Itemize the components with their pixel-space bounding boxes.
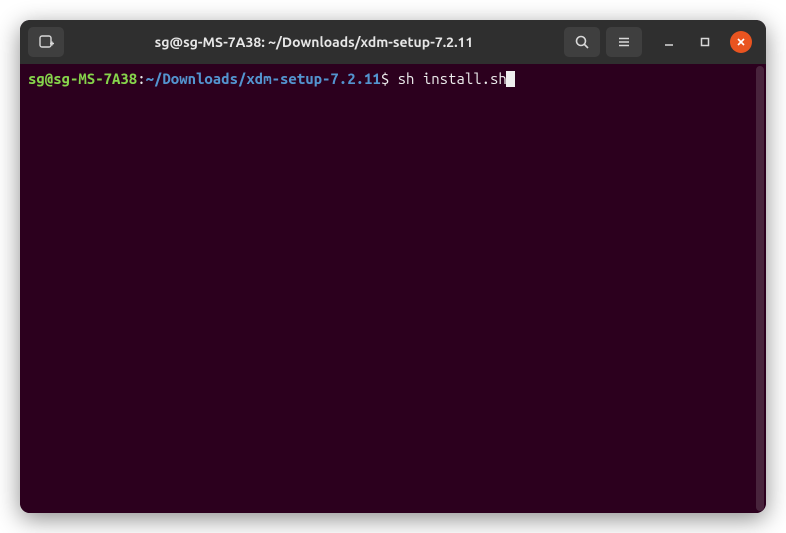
scrollbar-thumb[interactable] (756, 66, 764, 511)
search-icon (574, 34, 590, 50)
window-controls (648, 31, 758, 53)
terminal-window: sg@sg-MS-7A38: ~/Downloads/xdm-setup-7.2… (20, 20, 766, 513)
prompt-line: sg@sg-MS-7A38:~/Downloads/xdm-setup-7.2.… (28, 70, 758, 89)
prompt-dollar: $ (381, 70, 398, 87)
minimize-icon (663, 36, 675, 48)
terminal-body[interactable]: sg@sg-MS-7A38:~/Downloads/xdm-setup-7.2.… (20, 64, 766, 513)
prompt-path: ~/Downloads/xdm-setup-7.2.11 (146, 70, 381, 87)
close-button[interactable] (730, 31, 752, 53)
window-title: sg@sg-MS-7A38: ~/Downloads/xdm-setup-7.2… (70, 34, 558, 50)
hamburger-icon (616, 34, 632, 50)
command-text: sh install.sh (398, 70, 507, 87)
cursor (506, 71, 515, 87)
maximize-button[interactable] (694, 31, 716, 53)
prompt-colon: : (137, 70, 145, 87)
new-tab-button[interactable] (28, 27, 64, 57)
maximize-icon (699, 36, 711, 48)
titlebar: sg@sg-MS-7A38: ~/Downloads/xdm-setup-7.2… (20, 20, 766, 64)
prompt-user-host: sg@sg-MS-7A38 (28, 70, 137, 87)
new-tab-icon (38, 34, 54, 50)
search-button[interactable] (564, 27, 600, 57)
menu-button[interactable] (606, 27, 642, 57)
close-icon (736, 37, 746, 47)
minimize-button[interactable] (658, 31, 680, 53)
scrollbar-track[interactable] (756, 66, 764, 511)
